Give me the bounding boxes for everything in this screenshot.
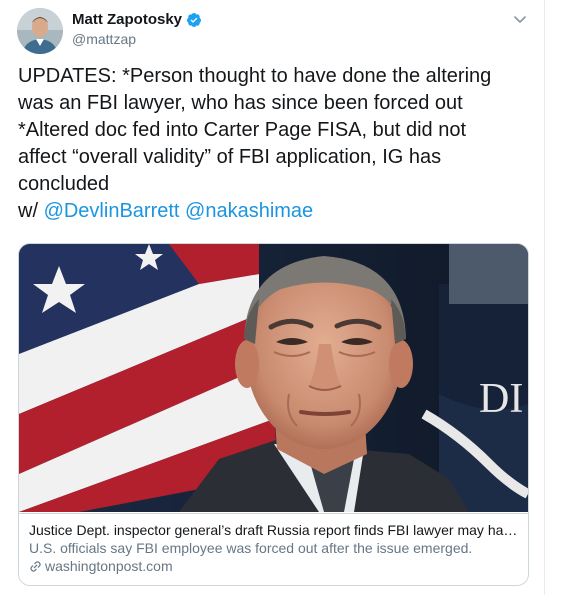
card-info[interactable]: Justice Dept. inspector general’s draft … [19, 513, 528, 585]
author-display-name[interactable]: Matt Zapotosky [72, 11, 182, 28]
author-handle[interactable]: @mattzap [72, 31, 136, 47]
tweet-text-line: concluded [18, 173, 110, 195]
mention-nakashimae[interactable]: @nakashimae [185, 200, 313, 222]
card-image[interactable]: DI [19, 244, 528, 512]
mention-devlinbarrett[interactable]: @DevlinBarrett [44, 200, 180, 222]
avatar[interactable] [17, 8, 63, 54]
tweet-text-line: was an FBI lawyer, who has since been fo… [18, 92, 463, 114]
tweet-text-line: affect “overall validity” of FBI applica… [18, 146, 442, 168]
tweet-text-line: UPDATES: *Person thought to have done th… [18, 65, 492, 87]
chevron-down-icon[interactable] [512, 11, 528, 27]
tweet-text-line: *Altered doc fed into Carter Page FISA, … [18, 119, 467, 141]
card-photo: DI [19, 244, 528, 512]
tweet-text: UPDATES: *Person thought to have done th… [18, 63, 538, 225]
verified-badge-icon [187, 12, 202, 27]
tweet[interactable]: Matt Zapotosky @mattzap UPDATES: *Person… [0, 0, 545, 595]
author-name-row: Matt Zapotosky [72, 11, 202, 28]
card-domain: washingtonpost.com [45, 558, 173, 574]
card-title[interactable]: Justice Dept. inspector general’s draft … [29, 521, 518, 539]
with-prefix: w/ [18, 200, 44, 222]
link-preview-card[interactable]: DI Justice Dept. inspector general’s dra… [18, 243, 529, 586]
user-avatar-icon [17, 8, 63, 54]
card-domain-row: washingtonpost.com [29, 557, 518, 575]
card-description: U.S. officials say FBI employee was forc… [29, 540, 473, 556]
card-image-text: DI [479, 376, 523, 422]
link-icon [30, 560, 41, 572]
